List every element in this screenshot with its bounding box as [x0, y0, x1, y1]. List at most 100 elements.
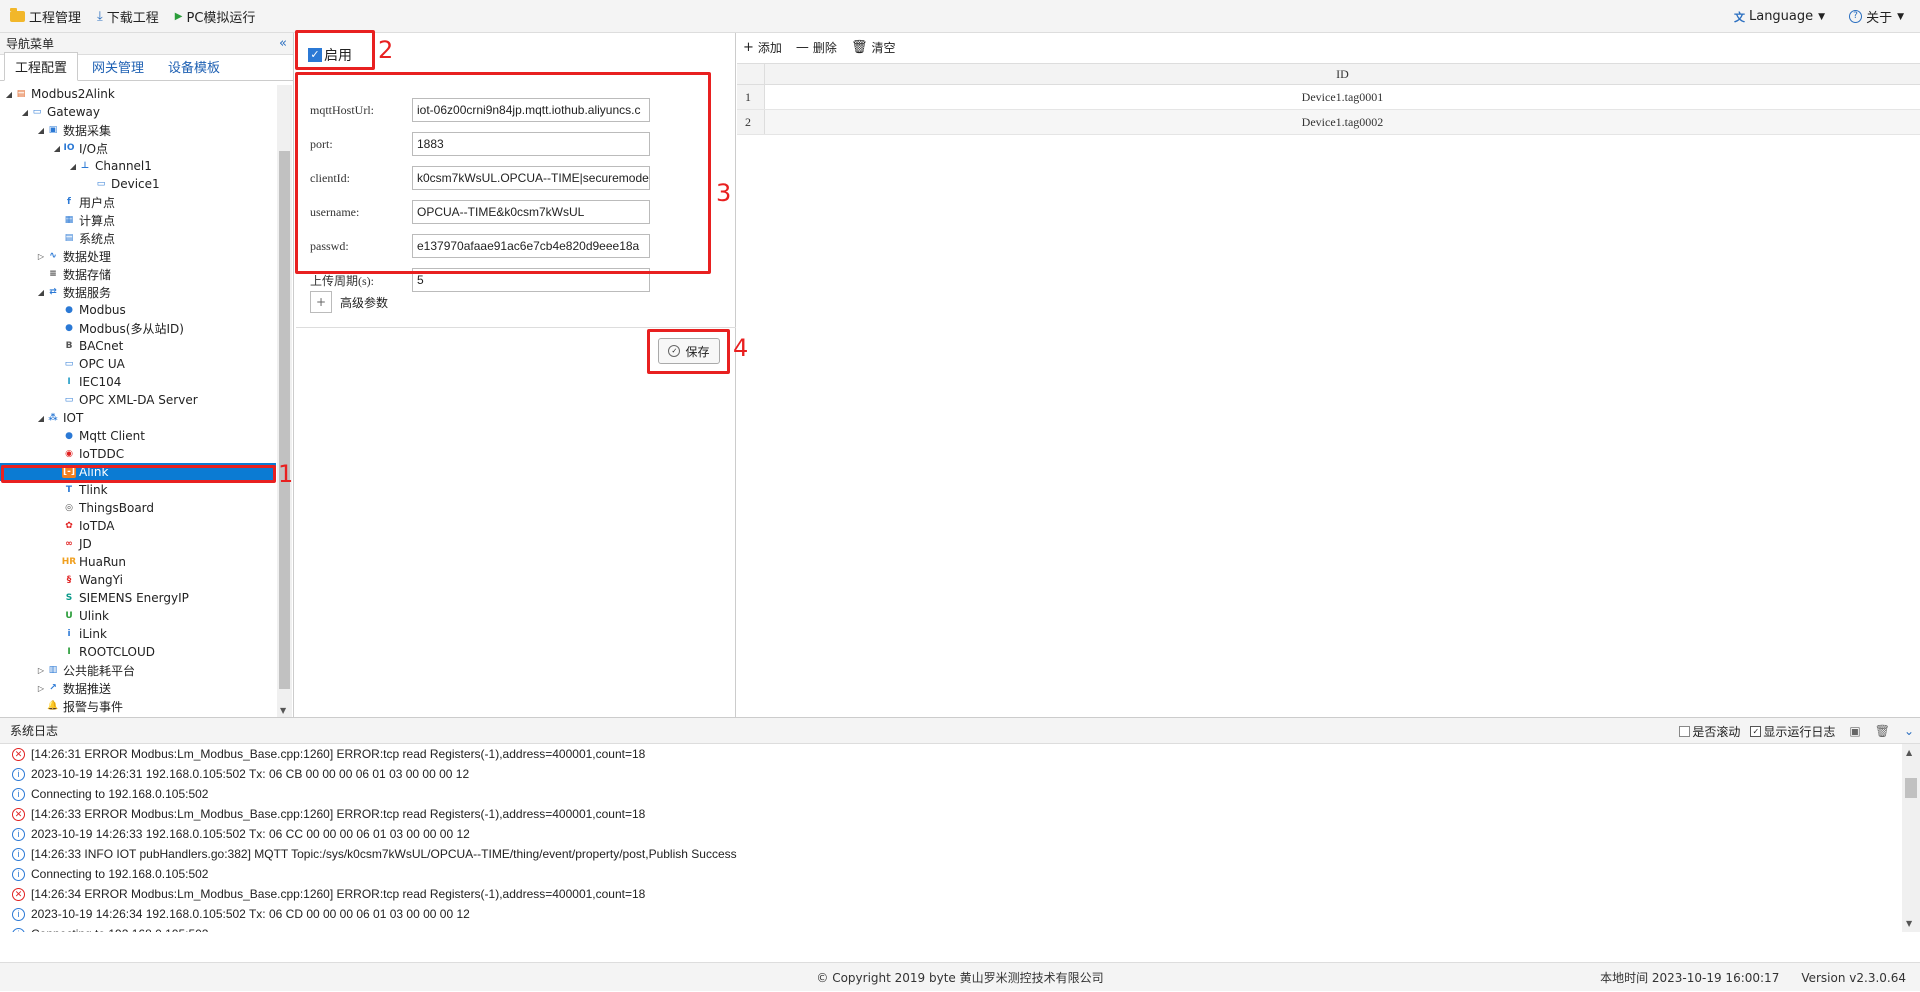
tree-item[interactable]: ▷ ↗ 数据推送	[0, 679, 276, 697]
annotation-label-3: 3	[716, 179, 732, 207]
project-mgmt-label: 工程管理	[29, 10, 82, 26]
tree-item[interactable]: f 用户点	[0, 193, 276, 211]
tree-item-huarun[interactable]: HR HuaRun	[0, 553, 276, 571]
log-list: ✕ [14:26:31 ERROR Modbus:Lm_Modbus_Base.c…	[0, 744, 1902, 932]
expanded-arrow-icon[interactable]: ◢	[52, 144, 62, 153]
project-mgmt-button[interactable]: 工程管理	[10, 7, 81, 26]
collapsed-arrow-icon[interactable]: ▷	[36, 684, 46, 693]
add-button[interactable]: + 添加	[743, 39, 782, 56]
tree-item[interactable]: ◢ ⇄ 数据服务	[0, 283, 276, 301]
save-log-icon[interactable]: ▣	[1849, 724, 1860, 738]
checkbox-unchecked-icon[interactable]: ✓	[1679, 725, 1691, 737]
tree-item-channel1[interactable]: ◢ ⊥ Channel1	[0, 157, 276, 175]
tree-item[interactable]: ▤ 系统点	[0, 229, 276, 247]
tree-item-wangyi[interactable]: § WangYi	[0, 571, 276, 589]
download-project-button[interactable]: ⤓ 下载工程	[97, 7, 159, 26]
clear-button[interactable]: 🗑 清空	[851, 39, 896, 56]
minus-icon: —	[795, 39, 809, 55]
tree-item[interactable]: ≡ 数据存储	[0, 265, 276, 283]
iec104-icon: I	[67, 377, 71, 387]
tree-item-jd[interactable]: ∞ JD	[0, 535, 276, 553]
tab-project-config[interactable]: 工程配置	[4, 52, 79, 81]
database-icon: ≡	[49, 269, 57, 279]
tree-item-iotda[interactable]: ✿ IoTDA	[0, 517, 276, 535]
tree-item[interactable]: ◢ ▣ 数据采集	[0, 121, 276, 139]
siemens-icon: S	[65, 593, 73, 603]
tree-item[interactable]: ▦ 计算点	[0, 211, 276, 229]
id-cell[interactable]: Device1.tag0001	[765, 85, 1920, 109]
tree-item-thingsboard[interactable]: ◎ ThingsBoard	[0, 499, 276, 517]
expanded-arrow-icon[interactable]: ◢	[4, 90, 14, 99]
expanded-arrow-icon[interactable]: ◢	[36, 414, 46, 423]
log-text: [14:26:33 ERROR Modbus:Lm_Modbus_Base.cp…	[31, 807, 646, 821]
collapsed-arrow-icon[interactable]: ▷	[36, 252, 46, 261]
tree-item-modbus[interactable]: ● Modbus	[0, 301, 276, 319]
language-menu[interactable]: 文 Language ▼	[1734, 9, 1825, 25]
expanded-arrow-icon[interactable]: ◢	[68, 162, 78, 171]
scroll-down-icon[interactable]: ▼	[1906, 919, 1912, 928]
show-run-log-checkbox[interactable]: ✓ 显示运行日志	[1750, 723, 1835, 740]
tree-item-bacnet[interactable]: B BACnet	[0, 337, 276, 355]
tree-scrollbar[interactable]: ▼	[277, 85, 292, 717]
tree-item-label: WangYi	[79, 573, 123, 587]
log-entry: i Connecting to 192.168.0.105:502	[0, 784, 1902, 804]
pc-sim-run-button[interactable]: ▶ PC模拟运行	[175, 7, 256, 26]
trash-icon[interactable]: 🗑	[1875, 724, 1890, 738]
tree-item-label: OPC UA	[79, 357, 125, 371]
auto-scroll-checkbox[interactable]: ✓ 是否滚动	[1679, 723, 1740, 740]
checkbox-checked-icon[interactable]: ✓	[1750, 725, 1762, 737]
scrollbar-thumb[interactable]	[279, 151, 290, 689]
scrollbar-thumb[interactable]	[1905, 778, 1917, 798]
system-log-panel: 系统日志 ✓ 是否滚动 ✓ 显示运行日志 ▣ 🗑 ⌄ ✕ [14:26:31 ER…	[0, 717, 1920, 962]
tree-item-tlink[interactable]: T Tlink	[0, 481, 276, 499]
iotddc-icon: ◉	[65, 449, 73, 459]
tree-item-rootcloud[interactable]: I ROOTCLOUD	[0, 643, 276, 661]
log-entry: i 2023-10-19 14:26:33 192.168.0.105:502 T…	[0, 824, 1902, 844]
expanded-arrow-icon[interactable]: ◢	[20, 108, 30, 117]
tree-item-opc-xml-da-server[interactable]: ▭ OPC XML-DA Server	[0, 391, 276, 409]
collapse-down-icon[interactable]: ⌄	[1904, 724, 1914, 738]
tree-item-iot[interactable]: ◢ ⁂ IOT	[0, 409, 276, 427]
tree-item-modbus2alink[interactable]: ◢ ▤ Modbus2Alink	[0, 85, 276, 103]
tree-item-iotddc[interactable]: ◉ IoTDDC	[0, 445, 276, 463]
modbus-icon: ●	[65, 323, 73, 333]
point-table: ID 1 Device1.tag0001 2 Device1.tag0002	[737, 63, 1920, 135]
push-icon: ↗	[49, 683, 57, 693]
tree-item-siemens-energyip[interactable]: S SIEMENS EnergyIP	[0, 589, 276, 607]
tree-item-iec104[interactable]: I IEC104	[0, 373, 276, 391]
scroll-down-icon[interactable]: ▼	[280, 706, 286, 715]
delete-button[interactable]: — 删除	[796, 39, 837, 56]
table-row[interactable]: 1 Device1.tag0001	[737, 85, 1920, 110]
tab-gateway-mgmt[interactable]: 网关管理	[82, 53, 154, 80]
column-header-id[interactable]: ID	[765, 64, 1920, 84]
advanced-params-toggle[interactable]: + 高级参数	[310, 291, 388, 313]
bacnet-icon: B	[65, 341, 73, 351]
about-menu[interactable]: ? 关于 ▼	[1849, 7, 1904, 26]
tree-item-label: BACnet	[79, 339, 124, 353]
tree-item-ulink[interactable]: U Ulink	[0, 607, 276, 625]
expanded-arrow-icon[interactable]: ◢	[36, 126, 46, 135]
tree-item[interactable]: ▷ ∿ 数据处理	[0, 247, 276, 265]
collapsed-arrow-icon[interactable]: ▷	[36, 666, 46, 675]
tree-item-label: SIEMENS EnergyIP	[79, 591, 189, 605]
tree-item[interactable]: ▷ ▥ 公共能耗平台	[0, 661, 276, 679]
tab-device-template[interactable]: 设备模板	[158, 53, 230, 80]
id-cell[interactable]: Device1.tag0002	[765, 110, 1920, 134]
tree-item-gateway[interactable]: ◢ ▭ Gateway	[0, 103, 276, 121]
scroll-up-icon[interactable]: ▲	[1906, 748, 1912, 757]
plus-icon[interactable]: +	[310, 291, 332, 313]
collapse-icon[interactable]: «	[279, 36, 287, 51]
log-scrollbar[interactable]: ▲ ▼	[1902, 744, 1920, 932]
tree-item-i-o[interactable]: ◢ IO I/O点	[0, 139, 276, 157]
tree-item-device1[interactable]: ▭ Device1	[0, 175, 276, 193]
info-icon: i	[12, 827, 25, 841]
table-row[interactable]: 2 Device1.tag0002	[737, 110, 1920, 135]
iot-icon: ⁂	[48, 413, 58, 423]
tree-item-modbus-id[interactable]: ● Modbus(多从站ID)	[0, 319, 276, 337]
tree-item[interactable]: 🔔 报警与事件	[0, 697, 276, 715]
tree-item-opc-ua[interactable]: ▭ OPC UA	[0, 355, 276, 373]
expanded-arrow-icon[interactable]: ◢	[36, 288, 46, 297]
tree-item-label: HuaRun	[79, 555, 126, 569]
tree-item-mqtt-client[interactable]: ● Mqtt Client	[0, 427, 276, 445]
tree-item-ilink[interactable]: i iLink	[0, 625, 276, 643]
